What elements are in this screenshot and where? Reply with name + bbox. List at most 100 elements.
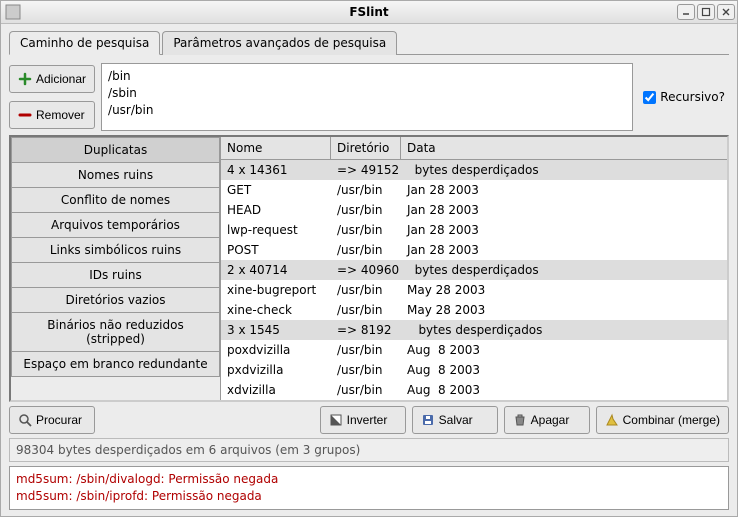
cell: poxdvizilla [221,342,331,358]
col-name[interactable]: Nome [221,137,331,159]
cell: Aug 8 2003 [401,342,727,358]
add-button-label: Adicionar [36,72,86,86]
recursive-label: Recursivo? [660,90,725,104]
group-row[interactable]: 3 x 1545=> 8192 bytes desperdiçados [221,320,727,340]
group-row[interactable]: 4 x 14361=> 49152 bytes desperdiçados [221,160,727,180]
save-icon [421,413,435,427]
invert-button-label: Inverter [347,413,388,427]
cell: GET [221,182,331,198]
save-button[interactable]: Salvar [412,406,498,434]
cell: 3 x 1545 [221,322,331,338]
cell: May 28 2003 [401,282,727,298]
cell: xine-check [221,302,331,318]
table-row[interactable]: HEAD/usr/binJan 28 2003 [221,200,727,220]
path-buttons: Adicionar Remover [9,63,95,131]
table-row[interactable]: xine-bugreport/usr/binMay 28 2003 [221,280,727,300]
cell: /usr/bin [331,222,401,238]
merge-icon [605,413,619,427]
cell: Aug 8 2003 [401,382,727,398]
table-row[interactable]: xdvizilla/usr/binAug 8 2003 [221,380,727,400]
content-area: Caminho de pesquisa Parâmetros avançados… [1,24,737,516]
tab-advanced-params[interactable]: Parâmetros avançados de pesquisa [162,31,397,55]
cell: => 8192 [331,322,401,338]
type-item[interactable]: Links simbólicos ruins [11,237,220,262]
table-body[interactable]: 4 x 14361=> 49152 bytes desperdiçadosGET… [221,160,727,400]
col-directory[interactable]: Diretório [331,137,401,159]
main-window: FSlint Caminho de pesquisa Parâmetros av… [0,0,738,517]
save-button-label: Salvar [439,413,473,427]
invert-icon [329,413,343,427]
status-bar: 98304 bytes desperdiçados em 6 arquivos … [9,438,729,462]
main-frame: DuplicatasNomes ruinsConflito de nomesAr… [9,135,729,402]
type-item[interactable]: Binários não reduzidos (stripped) [11,312,220,351]
cell: POST [221,242,331,258]
delete-button-label: Apagar [531,413,570,427]
table-header: Nome Diretório Data [221,137,727,160]
type-item[interactable]: Duplicatas [11,137,220,162]
cell: /usr/bin [331,282,401,298]
cell: bytes desperdiçados [401,262,727,278]
minus-icon [18,108,32,122]
type-item[interactable]: Espaço em branco redundante [11,351,220,377]
type-item[interactable]: Diretórios vazios [11,287,220,312]
delete-button[interactable]: Apagar [504,406,590,434]
merge-button[interactable]: Combinar (merge) [596,406,729,434]
type-item[interactable]: Conflito de nomes [11,187,220,212]
cell: => 49152 [331,162,401,178]
cell: /usr/bin [331,382,401,398]
trash-icon [513,413,527,427]
table-row[interactable]: lwp-request/usr/binJan 28 2003 [221,220,727,240]
tab-bar: Caminho de pesquisa Parâmetros avançados… [9,30,729,55]
cell: 4 x 14361 [221,162,331,178]
path-entry[interactable]: /bin [108,68,626,85]
table-row[interactable]: GET/usr/binJan 28 2003 [221,180,727,200]
table-row[interactable]: POST/usr/binJan 28 2003 [221,240,727,260]
search-icon [18,413,32,427]
error-line: md5sum: /sbin/iprofd: Permissão negada [16,488,722,505]
minimize-button[interactable] [677,4,695,20]
cell: pxdvizilla [221,362,331,378]
cell: /usr/bin [331,182,401,198]
cell: May 28 2003 [401,302,727,318]
type-item[interactable]: Nomes ruins [11,162,220,187]
cell: bytes desperdiçados [401,162,727,178]
cell: /usr/bin [331,302,401,318]
col-date[interactable]: Data [401,137,727,159]
remove-button-label: Remover [36,108,85,122]
plus-icon [18,72,32,86]
cell: /usr/bin [331,342,401,358]
tab-search-path[interactable]: Caminho de pesquisa [9,31,160,55]
type-item[interactable]: Arquivos temporários [11,212,220,237]
type-list: DuplicatasNomes ruinsConflito de nomesAr… [11,137,221,400]
maximize-button[interactable] [697,4,715,20]
cell: bytes desperdiçados [401,322,727,338]
error-output[interactable]: md5sum: /sbin/divalogd: Permissão negada… [9,466,729,510]
table-row[interactable]: xine-check/usr/binMay 28 2003 [221,300,727,320]
path-entry[interactable]: /usr/bin [108,102,626,119]
cell: xdvizilla [221,382,331,398]
cell: HEAD [221,202,331,218]
cell: Jan 28 2003 [401,242,727,258]
titlebar: FSlint [1,1,737,24]
add-path-button[interactable]: Adicionar [9,65,95,93]
path-row: Adicionar Remover /bin/sbin/usr/bin Recu… [9,63,729,131]
path-list[interactable]: /bin/sbin/usr/bin [101,63,633,131]
cell: xine-bugreport [221,282,331,298]
window-title: FSlint [1,5,737,19]
invert-button[interactable]: Inverter [320,406,406,434]
table-row[interactable]: poxdvizilla/usr/binAug 8 2003 [221,340,727,360]
recursive-checkbox-wrap[interactable]: Recursivo? [639,63,729,131]
window-controls [677,4,735,20]
path-entry[interactable]: /sbin [108,85,626,102]
close-button[interactable] [717,4,735,20]
cell: Jan 28 2003 [401,202,727,218]
cell: /usr/bin [331,202,401,218]
remove-path-button[interactable]: Remover [9,101,95,129]
group-row[interactable]: 2 x 40714=> 40960 bytes desperdiçados [221,260,727,280]
table-row[interactable]: pxdvizilla/usr/binAug 8 2003 [221,360,727,380]
cell: Jan 28 2003 [401,222,727,238]
recursive-checkbox[interactable] [643,91,656,104]
type-item[interactable]: IDs ruins [11,262,220,287]
cell: /usr/bin [331,242,401,258]
search-button[interactable]: Procurar [9,406,95,434]
